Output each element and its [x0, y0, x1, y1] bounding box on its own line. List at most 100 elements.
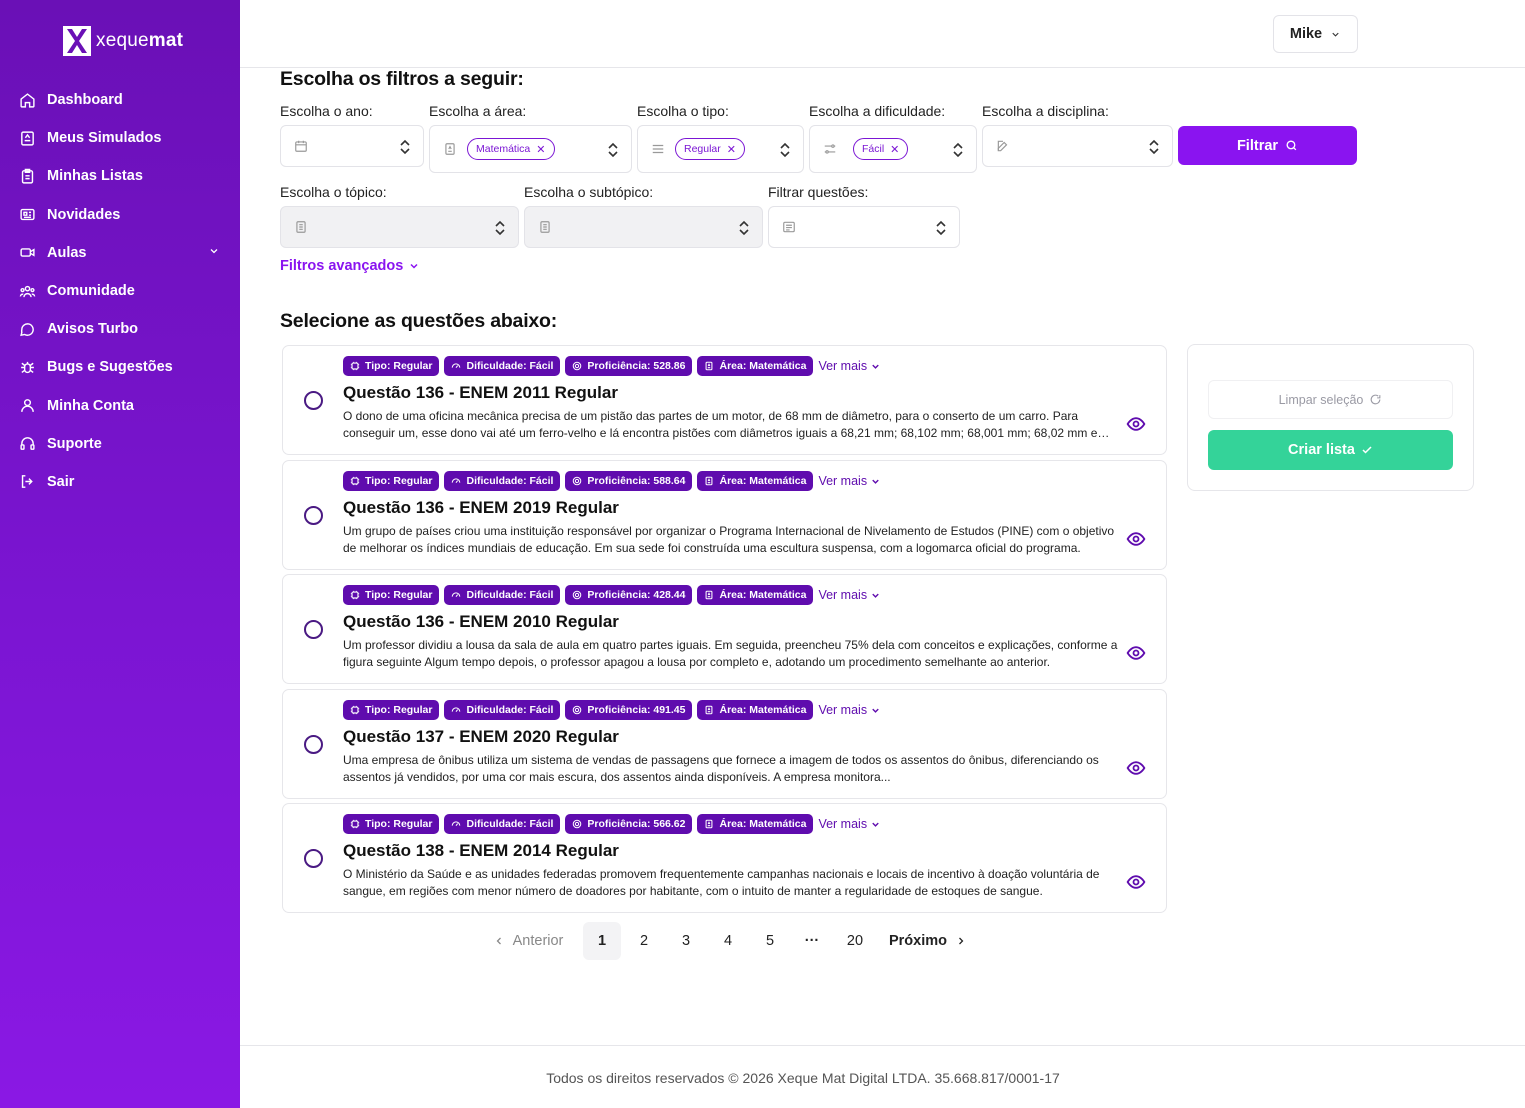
sidebar-item-label: Sair	[47, 473, 75, 490]
chevron-down-icon[interactable]	[208, 245, 220, 261]
question-radio[interactable]	[304, 620, 323, 639]
question-text: Uma empresa de ônibus utiliza um sistema…	[343, 753, 1099, 784]
eye-icon[interactable]	[1126, 872, 1146, 897]
video-icon	[18, 244, 36, 262]
pagination-page-5[interactable]: 5	[751, 922, 789, 960]
area-badge: Área: Matemática	[697, 700, 814, 720]
updown-icon	[952, 142, 964, 163]
eye-icon[interactable]	[1126, 643, 1146, 668]
area-select[interactable]: Matemática ✕	[429, 125, 632, 173]
sidebar-nav: Dashboard Meus Simulados Minhas Listas N…	[0, 81, 240, 501]
subtopico-label: Escolha o subtópico:	[524, 184, 654, 200]
eye-icon[interactable]	[1126, 414, 1146, 439]
ver-mais-link[interactable]: Ver mais	[818, 474, 881, 488]
sidebar-item-suporte[interactable]: Suporte	[0, 425, 240, 463]
pagination-page-3[interactable]: 3	[667, 922, 705, 960]
question-card[interactable]: Tipo: Regular Dificuldade: Fácil Profici…	[282, 345, 1167, 455]
area-badge: Área: Matemática	[697, 814, 814, 834]
tipo-badge: Tipo: Regular	[343, 585, 440, 605]
question-badges: Tipo: Regular Dificuldade: Fácil Profici…	[343, 814, 881, 834]
selection-panel: Limpar seleção Criar lista	[1187, 344, 1474, 491]
question-card[interactable]: Tipo: Regular Dificuldade: Fácil Profici…	[282, 803, 1167, 913]
pagination-page-20[interactable]: 20	[835, 922, 875, 960]
question-radio[interactable]	[304, 735, 323, 754]
calendar-icon	[294, 139, 308, 153]
limpar-selecao-button[interactable]: Limpar seleção	[1208, 380, 1453, 419]
tipo-select[interactable]: Regular ✕	[637, 125, 804, 173]
disciplina-select[interactable]	[982, 125, 1173, 167]
question-radio[interactable]	[304, 506, 323, 525]
pagination-page-2[interactable]: 2	[625, 922, 663, 960]
user-name: Mike	[1289, 26, 1323, 42]
sidebar-item-meus-simulados[interactable]: Meus Simulados	[0, 119, 240, 157]
ver-mais-link[interactable]: Ver mais	[818, 817, 881, 831]
book-icon	[706, 590, 713, 600]
gauge-icon	[452, 363, 461, 368]
pagination-prev[interactable]: Anterior	[488, 922, 568, 960]
chip-icon	[350, 361, 360, 371]
pagination-page-1[interactable]: 1	[583, 922, 621, 960]
ver-mais-link[interactable]: Ver mais	[818, 703, 881, 717]
sidebar-item-comunidade[interactable]: Comunidade	[0, 272, 240, 310]
question-title: Questão 136 - ENEM 2019 Regular	[343, 498, 619, 517]
question-title: Questão 138 - ENEM 2014 Regular	[343, 841, 619, 860]
dificuldade-badge: Dificuldade: Fácil	[444, 814, 561, 834]
chip-icon	[350, 705, 360, 715]
updown-icon	[1148, 139, 1160, 160]
question-radio[interactable]	[304, 849, 323, 868]
tipo-badge: Tipo: Regular	[343, 471, 440, 491]
pagination-next[interactable]: Próximo	[888, 922, 968, 960]
chip-icon	[350, 590, 360, 600]
ver-mais-link[interactable]: Ver mais	[818, 359, 881, 373]
updown-icon	[935, 220, 947, 241]
sidebar-item-aulas[interactable]: Aulas	[0, 234, 240, 272]
headset-icon	[18, 435, 36, 453]
question-radio[interactable]	[304, 391, 323, 410]
gauge-icon	[452, 707, 461, 712]
sidebar-item-sair[interactable]: Sair	[0, 463, 240, 501]
question-text: Um professor dividiu a lousa da sala de …	[343, 638, 1118, 669]
sidebar-item-dashboard[interactable]: Dashboard	[0, 81, 240, 119]
sidebar-item-minhas-listas[interactable]: Minhas Listas	[0, 157, 240, 195]
filtrar-questoes-label: Filtrar questões:	[768, 184, 869, 200]
subtopico-select[interactable]	[524, 206, 763, 248]
updown-icon	[399, 139, 411, 160]
sidebar-item-bugs-sugestoes[interactable]: Bugs e Sugestões	[0, 348, 240, 386]
close-icon[interactable]: ✕	[727, 143, 736, 156]
sidebar-item-minha-conta[interactable]: Minha Conta	[0, 387, 240, 425]
book-icon	[706, 819, 713, 829]
chip-icon	[350, 476, 360, 486]
question-card[interactable]: Tipo: Regular Dificuldade: Fácil Profici…	[282, 574, 1167, 684]
eye-icon[interactable]	[1126, 758, 1146, 783]
advanced-filters-toggle[interactable]: Filtros avançados	[280, 258, 420, 274]
user-menu-button[interactable]: Mike	[1273, 15, 1358, 53]
dificuldade-select[interactable]: Fácil ✕	[809, 125, 977, 173]
eye-icon[interactable]	[1126, 529, 1146, 554]
close-icon[interactable]: ✕	[890, 143, 899, 156]
filtrar-button[interactable]: Filtrar	[1178, 126, 1357, 165]
brand-logo[interactable]: xequemat	[60, 22, 183, 60]
question-card[interactable]: Tipo: Regular Dificuldade: Fácil Profici…	[282, 460, 1167, 570]
ano-select[interactable]	[280, 125, 424, 167]
area-chip[interactable]: Matemática ✕	[467, 138, 555, 160]
book-icon	[443, 142, 457, 156]
sidebar-item-novidades[interactable]: Novidades	[0, 196, 240, 234]
question-card[interactable]: Tipo: Regular Dificuldade: Fácil Profici…	[282, 689, 1167, 799]
proficiencia-badge: Proficiência: 491.45	[565, 700, 693, 720]
area-badge: Área: Matemática	[697, 356, 814, 376]
sidebar-item-avisos-turbo[interactable]: Avisos Turbo	[0, 310, 240, 348]
question-badges: Tipo: Regular Dificuldade: Fácil Profici…	[343, 585, 881, 605]
list-icon	[18, 167, 36, 185]
tipo-chip[interactable]: Regular ✕	[675, 138, 745, 160]
document-icon	[294, 220, 308, 234]
sidebar-item-label: Suporte	[47, 435, 102, 452]
sidebar-item-label: Minha Conta	[47, 397, 134, 414]
criar-lista-button[interactable]: Criar lista	[1208, 430, 1453, 470]
ver-mais-link[interactable]: Ver mais	[818, 588, 881, 602]
pagination-page-4[interactable]: 4	[709, 922, 747, 960]
topico-select[interactable]	[280, 206, 519, 248]
question-text: O Ministério da Saúde e as unidades fede…	[343, 867, 1100, 898]
dificuldade-chip[interactable]: Fácil ✕	[853, 138, 909, 160]
close-icon[interactable]: ✕	[536, 143, 545, 156]
filtrar-questoes-select[interactable]	[768, 206, 960, 248]
